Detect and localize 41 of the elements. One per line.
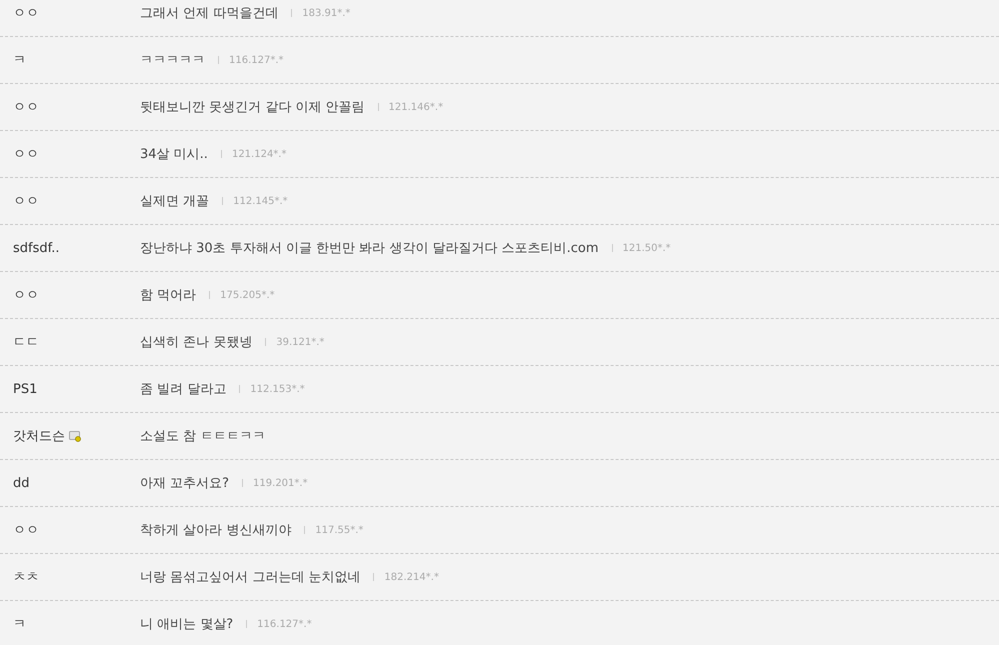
comment-text: 그래서 언제 따먹을건데 [140,5,278,22]
commenter-name: sdfsdf.. [13,240,60,256]
commenter-name: dd [13,476,30,490]
ip-address: 112.153*.* [250,384,305,394]
ip-address: 112.145*.* [233,196,288,206]
ip-address: 117.55*.* [315,524,364,536]
comment-text: 함 먹어라 [140,287,196,304]
ip-address: 39.121*.* [276,336,324,348]
ip-address: 121.124*.* [232,148,286,160]
ip-address: 121.50*.* [622,242,671,254]
commenter-name: ㅇㅇ [13,146,39,163]
commenter-name: ㅊㅊ [13,569,39,586]
comment-text: 십색히 존나 못됐넹 [140,334,252,351]
commenter-name: ㅋ [13,616,26,633]
comment-text: 니 애비는 몇살? [140,616,234,633]
ip-address: 121.146*.* [388,102,444,112]
commenter-name: ㅇㅇ [13,522,39,539]
comment-text: 34살 미시.. [140,146,208,163]
ip-address: 119.201*.* [253,478,308,488]
comment-text: 착하게 살아라 병신새끼야 [140,522,292,539]
commenter-name: ㄷㄷ [13,334,39,351]
comment-text: 좀 빌려 달라고 [140,381,226,398]
ip-address: 183.91*.* [302,8,350,18]
comment-text: 장난하냐 30초 투자해서 이글 한번만 봐라 생각이 달라질거다 스포츠티비.com [140,240,598,257]
commenter-name: ㅇㅇ [13,99,39,116]
commenter-name: ㅇㅇ [13,193,39,210]
ip-address: 116.127*.* [229,54,284,66]
ip-address: 175.205*.* [220,290,275,300]
commenter-name: ㅇㅇ [13,5,39,22]
commenter-name: PS1 [13,382,38,396]
comment-text: 아재 꼬추서요? [140,475,230,492]
comment-text: 뒷태보니깐 못생긴거 같다 이제 안꼴림 [140,99,365,116]
comment-text: 너랑 몸섞고싶어서 그러는데 눈치없네 [140,569,360,586]
commenter-name: ㅋ [13,52,26,69]
comment-text: 소설도 참 ㅌㅌㅌㅋㅋ [140,428,266,445]
commenter-name: 갓처드슨 [13,428,65,445]
comment-text: 실제면 개꼴 [140,193,210,210]
commenter-name: ㅇㅇ [13,287,39,304]
ip-address: 182.214*.* [384,572,439,582]
ip-address: 116.127*.* [257,618,312,630]
comment-text: ㅋㅋㅋㅋㅋ [140,52,205,69]
